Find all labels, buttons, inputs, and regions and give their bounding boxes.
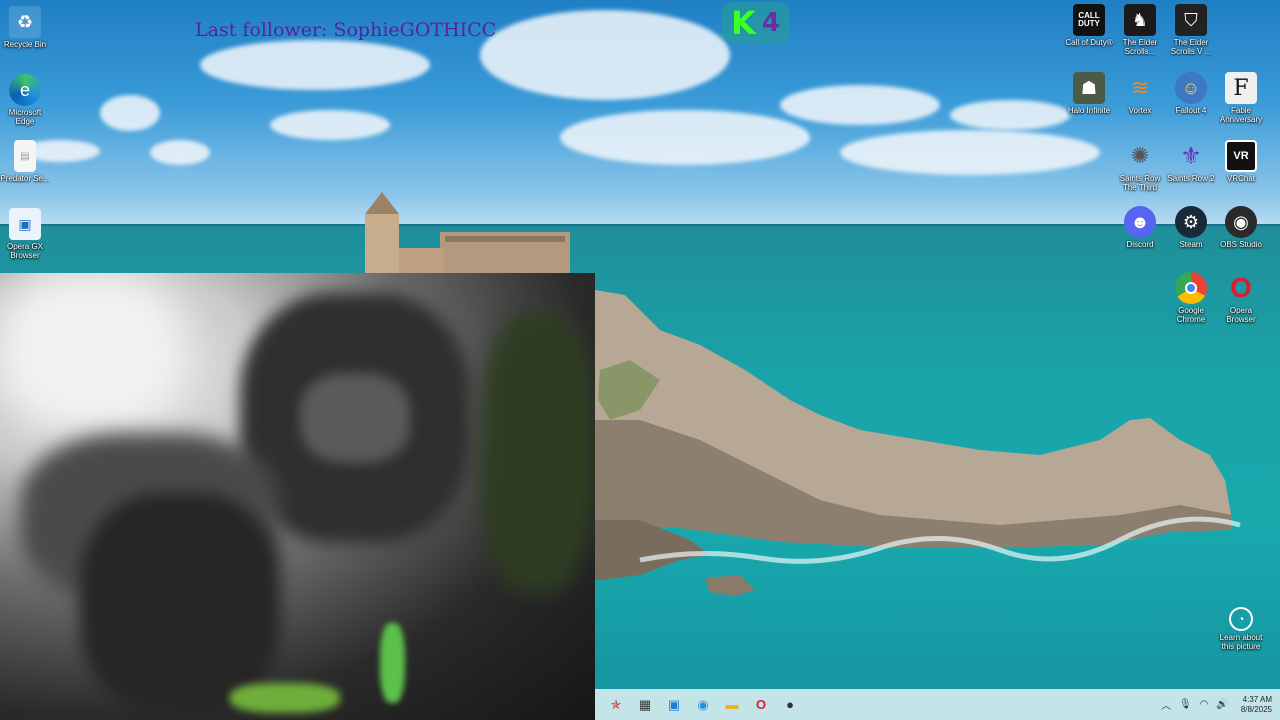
system-tray: ︿ 🎙 ◠ 🔊 4:37 AM 8/8/2025 [1161,689,1272,720]
desktop-icon-call-of-duty[interactable]: CALL DUTY Call of Duty® [1064,4,1114,47]
desktop-icon-label: Learn about this picture [1219,633,1263,651]
desktop-icon-label: Vortex [1128,106,1152,115]
steam-icon: ⚙ [1175,206,1207,238]
fallout-icon: ☺ [1175,72,1207,104]
skyrim-icon: ⛉ [1175,4,1207,36]
saints-row-2-icon: ⚜ [1180,142,1202,170]
saints-row-3-icon: ✺ [1130,143,1150,168]
desktop-icon-label: The Elder Scrolls V ... [1170,38,1212,56]
desktop-icon-label: OBS Studio [1220,240,1262,249]
desktop-icon-google-chrome[interactable]: Google Chrome [1166,272,1216,324]
cod-icon: CALL DUTY [1073,4,1105,36]
desktop-icon-steam[interactable]: ⚙ Steam [1166,206,1216,249]
webcam-shape [80,493,280,713]
desktop-icon-fable-anniversary[interactable]: F Fable Anniversary [1216,72,1266,124]
discord-icon: ☻ [1124,206,1156,238]
obs-icon: ◉ [1225,206,1257,238]
wifi-icon[interactable]: ◠ [1200,699,1209,710]
clock-time: 4:37 AM [1242,694,1272,704]
desktop-icon-label: Saints Row The Third [1119,174,1161,192]
desktop-icon-label: Opera GX Browser [6,242,43,260]
desktop-icon-label: Recycle Bin [3,40,47,49]
clock[interactable]: 4:37 AM 8/8/2025 [1241,695,1272,715]
desktop-icon-vortex[interactable]: ≋ Vortex [1115,72,1165,115]
desktop-icon-label: Saints Row 2 [1167,174,1215,183]
opera-gx-icon: ▣ [9,208,41,240]
taskbar-file-explorer[interactable]: ▬ [719,692,745,718]
recycle-bin-icon: ♻ [9,6,41,38]
chevron-up-icon[interactable]: ︿ [1161,697,1171,712]
webcam-shape [300,373,410,463]
badge-number: 4 [761,8,780,38]
taskbar-edge[interactable]: ◉ [690,692,716,718]
desktop-icon-microsoft-edge[interactable]: e Microsoft Edge [0,74,50,126]
volume-icon[interactable]: 🔊 [1216,699,1228,710]
halo-icon: ☗ [1073,72,1105,104]
k4-badge: K 4 [722,2,789,44]
desktop-icon-label: Fallout 4 [1175,106,1207,115]
desktop-icon-label: Fable Anniversary [1219,106,1263,124]
camera-icon: ◔ [1229,607,1253,631]
elder-scrolls-icon: ♞ [1124,4,1156,36]
taskbar-game[interactable]: ● [777,692,803,718]
taskbar-opera[interactable]: O [748,692,774,718]
last-follower-text: Last follower: SophieGOTHICC [195,19,497,41]
desktop-icon-fallout-4[interactable]: ☺ Fallout 4 [1166,72,1216,115]
desktop-icon-label: VRChat [1226,174,1255,183]
desktop-icon-learn-picture[interactable]: ◔ Learn about this picture [1216,607,1266,651]
desktop-icon-saints-row-2[interactable]: ⚜ Saints Row 2 [1166,140,1216,184]
webcam-shape [0,273,180,423]
microphone-icon[interactable]: 🎙 [1179,699,1192,710]
badge-letter: K [731,4,756,42]
webcam-shape [230,683,340,713]
desktop-icon-predator-se[interactable]: ▤ Predator Se... [0,140,50,183]
desktop-icon-vrchat[interactable]: VR VRChat [1216,140,1266,183]
desktop-icon-saints-row-third[interactable]: ✺ Saints Row The Third [1115,140,1165,192]
taskbar-widgets[interactable]: ▣ [661,692,687,718]
vortex-icon: ≋ [1130,75,1150,100]
taskbar: ✯ ▦ ▣ ◉ ▬ O ● ︿ 🎙 ◠ 🔊 4:37 AM 8/8/2025 [595,689,1280,720]
taskbar-task-view[interactable]: ▦ [632,692,658,718]
desktop-icon-elder-scrolls-online[interactable]: ♞ The Elder Scrolls... [1115,4,1165,56]
vrchat-icon: VR [1225,140,1257,172]
desktop-icon-opera-browser[interactable]: O Opera Browser [1216,272,1266,324]
desktop-icon-obs-studio[interactable]: ◉ OBS Studio [1216,206,1266,249]
webcam-shape [480,313,595,593]
castle [365,192,570,274]
webcam-overlay [0,273,595,720]
desktop-icon-halo-infinite[interactable]: ☗ Halo Infinite [1064,72,1114,115]
taskbar-pinned-app[interactable]: ✯ [603,692,629,718]
desktop-icon-recycle-bin[interactable]: ♻ Recycle Bin [0,6,50,49]
desktop-icon-label: The Elder Scrolls... [1122,38,1158,56]
desktop-icon-label: Discord [1126,240,1154,249]
webcam-shape [380,623,405,703]
desktop-icon-label: Opera Browser [1226,306,1256,324]
desktop-icon-label: Predator Se... [0,174,50,183]
desktop-icon-label: Steam [1179,240,1203,249]
fable-icon: F [1225,72,1257,104]
desktop-icon-opera-gx[interactable]: ▣ Opera GX Browser [0,208,50,260]
desktop-icon-label: Microsoft Edge [8,108,42,126]
opera-icon: O [1230,272,1252,303]
chrome-icon [1175,272,1207,304]
desktop-icon-label: Call of Duty® [1065,38,1113,47]
desktop-icon-label: Google Chrome [1176,306,1206,324]
clock-date: 8/8/2025 [1240,704,1272,714]
desktop-icon-discord[interactable]: ☻ Discord [1115,206,1165,249]
file-icon: ▤ [14,140,36,172]
desktop-icon-label: Halo Infinite [1067,106,1111,115]
desktop-icon-elder-scrolls-v[interactable]: ⛉ The Elder Scrolls V ... [1166,4,1216,56]
edge-icon: e [9,74,41,106]
